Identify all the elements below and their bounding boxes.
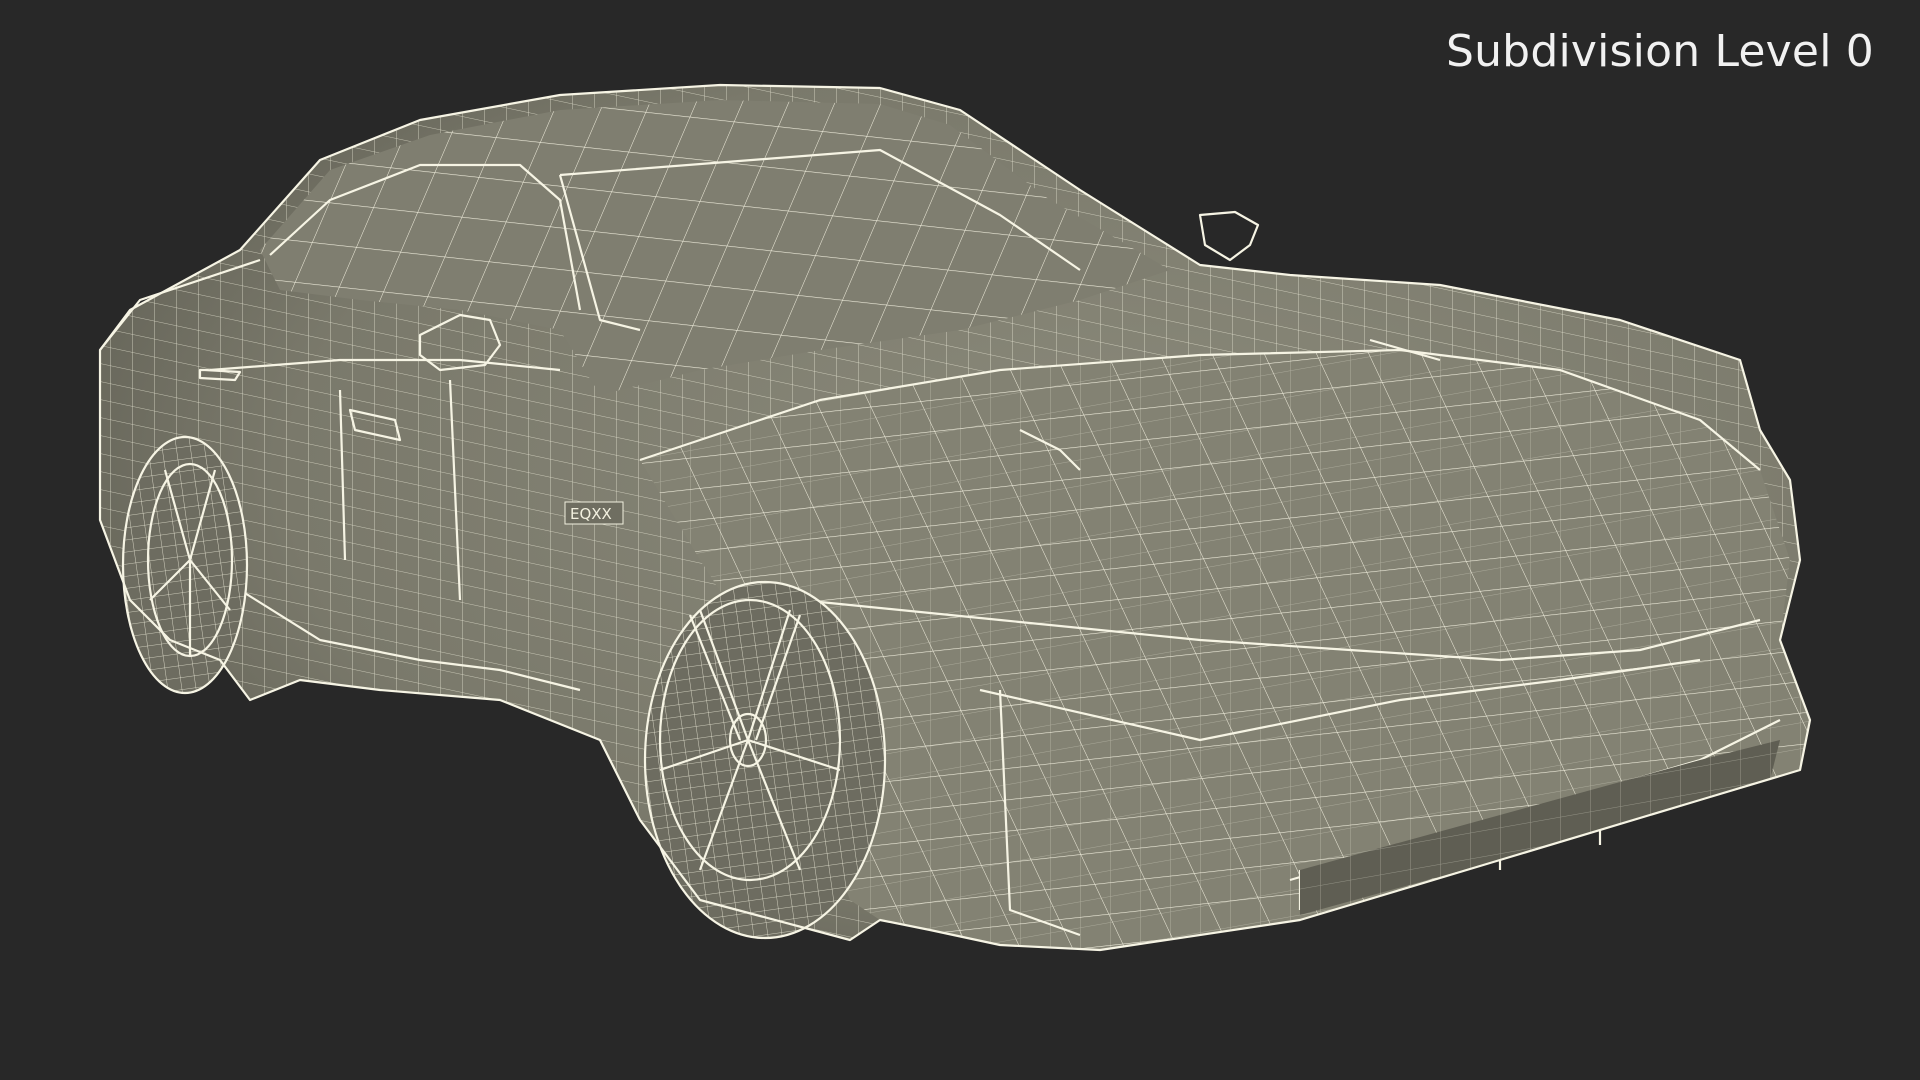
side-mirror-right xyxy=(1198,210,1260,262)
render-viewport: Subdivision Level 0 EQXX xyxy=(0,0,1920,1080)
eqxx-side-badge: EQXX xyxy=(564,501,624,525)
car-wireframe-render: EQXX xyxy=(98,83,1812,952)
eqxx-badge-text: EQXX xyxy=(570,505,612,523)
